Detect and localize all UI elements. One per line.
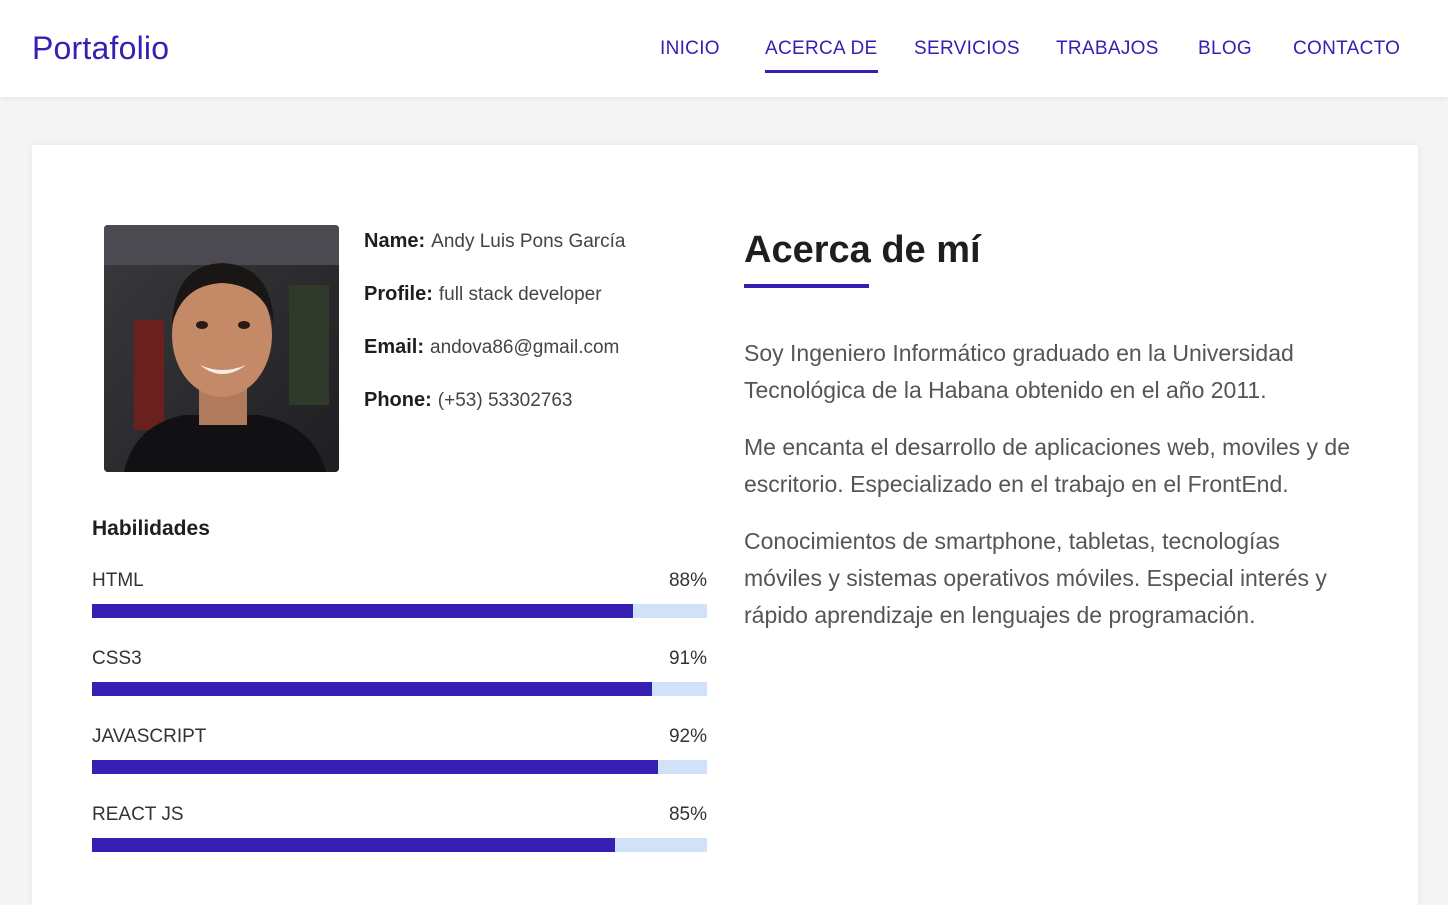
skill-name: CSS3 [92, 648, 142, 669]
profile-photo [104, 225, 339, 472]
skill-html: HTML 88% [92, 570, 707, 630]
about-card: Name: Andy Luis Pons García Profile: full … [32, 145, 1418, 905]
nav-link-trabajos[interactable]: TRABAJOS [1056, 38, 1159, 60]
skill-css3: CSS3 91% [92, 648, 707, 708]
info-phone: Phone: (+53) 53302763 [364, 389, 572, 412]
about-paragraph-3: Conocimientos de smartphone, tabletas, t… [744, 528, 1327, 628]
skill-bar-track [92, 838, 707, 852]
nav-link-blog[interactable]: BLOG [1198, 38, 1252, 60]
about-paragraph-1: Soy Ingeniero Informático graduado en la… [744, 340, 1294, 403]
person-portrait-icon [104, 225, 339, 472]
info-name-label: Name: [364, 230, 426, 252]
skill-bar-track [92, 604, 707, 618]
about-title-underline [744, 284, 869, 288]
skill-bar-fill [92, 838, 615, 852]
skills-title: Habilidades [92, 517, 210, 540]
skill-percent: 92% [668, 726, 707, 747]
info-name: Name: Andy Luis Pons García [364, 230, 625, 253]
info-name-value: Andy Luis Pons García [431, 231, 626, 252]
skill-bar-track [92, 760, 707, 774]
skill-react-js: REACT JS 85% [92, 804, 707, 864]
skill-name: JAVASCRIPT [92, 726, 207, 747]
about-paragraph-2: Me encanta el desarrollo de aplicaciones… [744, 434, 1350, 497]
info-profile: Profile: full stack developer [364, 283, 602, 306]
info-email-label: Email: [364, 336, 425, 358]
nav-link-inicio[interactable]: INICIO [660, 38, 720, 60]
skill-bar-fill [92, 760, 658, 774]
skill-javascript: JAVASCRIPT 92% [92, 726, 707, 786]
skill-percent: 91% [668, 648, 707, 669]
skill-bar-fill [92, 604, 634, 618]
skill-percent: 85% [668, 804, 707, 825]
nav-link-acerca-de[interactable]: ACERCA DE [765, 38, 878, 73]
skill-bar-track [92, 682, 707, 696]
info-profile-value: full stack developer [438, 284, 602, 305]
about-title: Acerca de mí [744, 229, 981, 271]
nav-link-contacto[interactable]: CONTACTO [1293, 38, 1400, 60]
info-phone-label: Phone: [364, 389, 432, 411]
info-phone-value: (+53) 53302763 [437, 390, 573, 411]
skill-name: REACT JS [92, 804, 184, 825]
main-nav: INICIO ACERCA DE SERVICIOS TRABAJOS BLOG… [0, 38, 1448, 78]
info-profile-label: Profile: [364, 283, 433, 305]
info-email: Email: andova86@gmail.com [364, 336, 619, 359]
info-email-value: andova86@gmail.com [430, 337, 620, 358]
skill-percent: 88% [668, 570, 707, 591]
skill-bar-fill [92, 682, 652, 696]
skill-name: HTML [92, 570, 144, 591]
site-header: Portafolio INICIO ACERCA DE SERVICIOS TR… [0, 0, 1448, 97]
nav-link-servicios[interactable]: SERVICIOS [914, 38, 1020, 60]
